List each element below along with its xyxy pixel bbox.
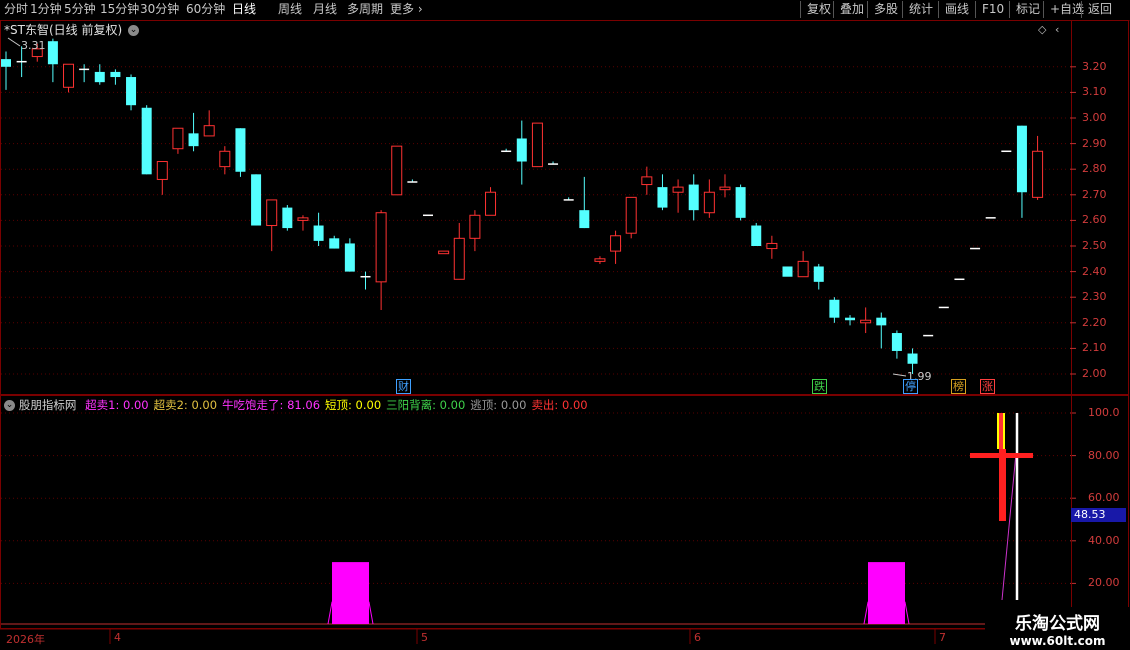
indicator-legend: ⌄ 股朋指标网 超卖1: 0.00 超卖2: 0.00 牛吃饱走了: 81.06 短顶… <box>4 397 588 413</box>
period-tab-1[interactable]: 1分钟 <box>30 1 62 18</box>
event-tag-1[interactable]: 跌 <box>812 379 827 394</box>
y-tick-label: 3.10 <box>1082 85 1107 99</box>
x-axis-label: 4 <box>114 631 121 644</box>
period-tab-7[interactable]: 周线 <box>278 1 302 18</box>
main-chart-title-wrap: *ST东智(日线 前复权) ⌄ <box>4 21 139 38</box>
ind-y-tick-label: 80.00 <box>1088 448 1120 462</box>
y-tick-label: 2.90 <box>1082 136 1107 150</box>
x-axis-label: 5 <box>421 631 428 644</box>
y-tick-label: 2.60 <box>1082 213 1107 227</box>
period-tab-9[interactable]: 多周期 <box>347 1 383 18</box>
period-tab-0[interactable]: 分时 <box>4 1 28 18</box>
y-tick-label: 2.10 <box>1082 341 1107 355</box>
event-tag-0[interactable]: 财 <box>396 379 411 394</box>
ind-y-tick-label: 100.0 <box>1088 406 1120 419</box>
ind-y-tick-label: 60.00 <box>1088 491 1120 505</box>
y-tick-label: 2.40 <box>1082 264 1107 278</box>
indicator-frame <box>0 395 1072 629</box>
legend-item-3: 短顶: 0.00 <box>325 398 382 412</box>
legend-item-6: 卖出: 0.00 <box>531 398 588 412</box>
y-tick-label: 2.30 <box>1082 290 1107 304</box>
event-tag-2[interactable]: 停 <box>903 379 918 394</box>
y-tick-label: 3.20 <box>1082 59 1107 73</box>
chevron-down-icon[interactable]: ⌄ <box>4 400 15 411</box>
legend-item-0: 超卖1: 0.00 <box>85 398 149 412</box>
toolbar-button-0[interactable]: 复权 <box>800 1 837 18</box>
toolbar-button-3[interactable]: 统计 <box>902 1 939 18</box>
legend-item-5: 逃顶: 0.00 <box>470 398 527 412</box>
period-tab-8[interactable]: 月线 <box>313 1 337 18</box>
high-price-label: 3.31 <box>21 39 46 52</box>
toolbar-button-6[interactable]: 标记 <box>1009 1 1046 18</box>
toolbar-button-5[interactable]: F10 <box>975 1 1010 18</box>
y-tick-label: 2.70 <box>1082 187 1107 201</box>
main-chart-frame <box>0 20 1072 395</box>
diamond-icon[interactable]: ◇ <box>1038 23 1046 36</box>
x-axis-label: 2026年 <box>6 633 45 646</box>
toolbar-button-4[interactable]: 画线 <box>938 1 975 18</box>
event-tag-3[interactable]: 榜 <box>951 379 966 394</box>
y-tick-label: 2.20 <box>1082 315 1107 329</box>
period-tab-4[interactable]: 30分钟 <box>140 1 179 18</box>
ind-y-tick-label: 20.00 <box>1088 576 1120 590</box>
stock-title: *ST东智(日线 前复权) <box>4 23 123 37</box>
period-tab-2[interactable]: 5分钟 <box>64 1 96 18</box>
chevron-down-icon[interactable]: ⌄ <box>127 25 139 36</box>
top-toolbar: 分时 1分钟 5分钟 15分钟 30分钟 60分钟 日线 周线 月线 多周期 更多 › 复权 叠加 多股… <box>0 0 1130 21</box>
toolbar-button-8[interactable]: 返回 <box>1081 1 1118 18</box>
legend-item-2: 牛吃饱走了: 81.06 <box>222 398 321 412</box>
x-axis-label: 7 <box>939 631 946 644</box>
y-tick-label: 2.00 <box>1082 367 1107 380</box>
legend-item-1: 超卖2: 0.00 <box>153 398 218 412</box>
period-tab-3[interactable]: 15分钟 <box>100 1 139 18</box>
watermark-logo: 乐淘公式网 www.60lt.com <box>985 607 1130 650</box>
period-tab-10[interactable]: 更多 › <box>390 1 423 18</box>
current-value-badge: 48.53 <box>1071 508 1126 522</box>
chevron-left-icon[interactable]: ‹ <box>1055 23 1059 36</box>
ind-y-tick-label: 40.00 <box>1088 533 1120 547</box>
toolbar-button-1[interactable]: 叠加 <box>833 1 870 18</box>
main-yaxis-frame <box>1070 20 1129 395</box>
toolbar-button-2[interactable]: 多股 <box>867 1 904 18</box>
period-tab-5[interactable]: 60分钟 <box>186 1 225 18</box>
indicator-name: 股朋指标网 <box>18 398 77 412</box>
y-tick-label: 2.50 <box>1082 239 1107 252</box>
watermark-title: 乐淘公式网 <box>1015 614 1100 634</box>
event-tag-4[interactable]: 涨 <box>980 379 995 394</box>
x-axis-label: 6 <box>694 631 701 644</box>
y-tick-label: 3.00 <box>1082 111 1107 124</box>
watermark-url: www.60lt.com <box>1009 634 1106 648</box>
legend-item-4: 三阳背离: 0.00 <box>386 398 466 412</box>
period-tab-6[interactable]: 日线 <box>232 1 256 18</box>
y-tick-label: 2.80 <box>1082 162 1107 176</box>
